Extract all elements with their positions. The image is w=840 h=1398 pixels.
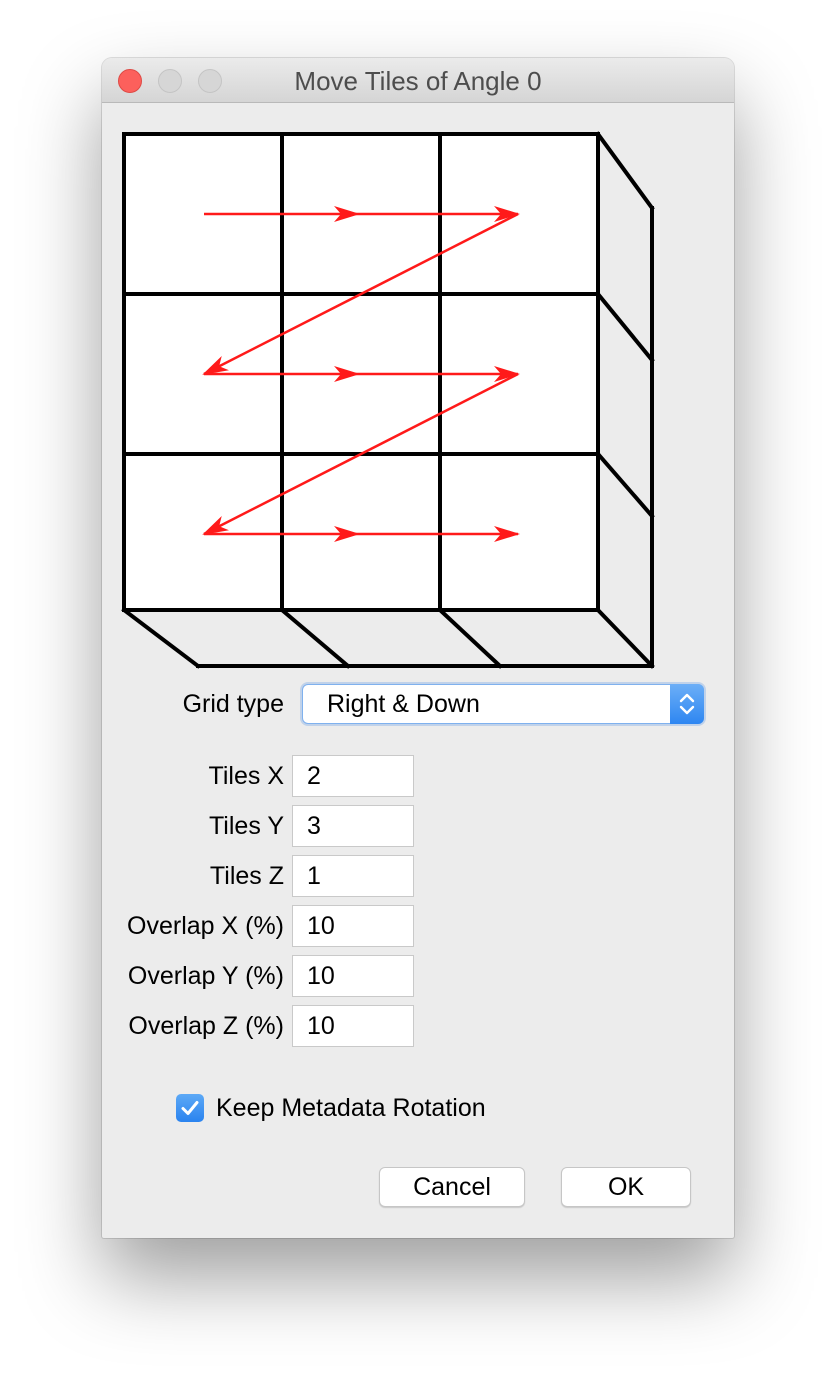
overlap-z-label: Overlap Z (%) — [128, 1012, 284, 1040]
tiles-x-label: Tiles X — [208, 762, 284, 790]
grid-type-label: Grid type — [182, 690, 284, 718]
grid-type-select[interactable]: Right & Down — [302, 684, 704, 724]
grid-type-value: Right & Down — [327, 690, 480, 718]
overlap-x-field[interactable] — [292, 905, 414, 947]
window-title: Move Tiles of Angle 0 — [294, 66, 542, 96]
tiles-y-field[interactable] — [292, 805, 414, 847]
overlap-y-label: Overlap Y (%) — [127, 962, 284, 990]
checkmark-icon — [181, 1101, 199, 1115]
keep-metadata-rotation-label: Keep Metadata Rotation — [216, 1094, 486, 1122]
tile-grid-front — [124, 134, 598, 610]
title-bar[interactable]: Move Tiles of Angle 0 — [102, 58, 734, 103]
ok-button[interactable]: OK — [561, 1167, 691, 1207]
overlap-z-field[interactable] — [292, 1005, 414, 1047]
keep-metadata-rotation-checkbox[interactable] — [176, 1094, 204, 1122]
tiles-z-field[interactable] — [292, 855, 414, 897]
tile-grid-diagram — [121, 131, 655, 669]
overlap-x-label: Overlap X (%) — [127, 912, 284, 940]
up-down-chevron-icon[interactable] — [670, 684, 704, 724]
tiles-y-label: Tiles Y — [208, 812, 284, 840]
cancel-button[interactable]: Cancel — [379, 1167, 525, 1207]
tiles-z-label: Tiles Z — [209, 862, 284, 890]
overlap-y-field[interactable] — [292, 955, 414, 997]
move-tiles-dialog: Move Tiles of Angle 0 Grid type Right & … — [102, 58, 734, 1238]
tiles-x-field[interactable] — [292, 755, 414, 797]
